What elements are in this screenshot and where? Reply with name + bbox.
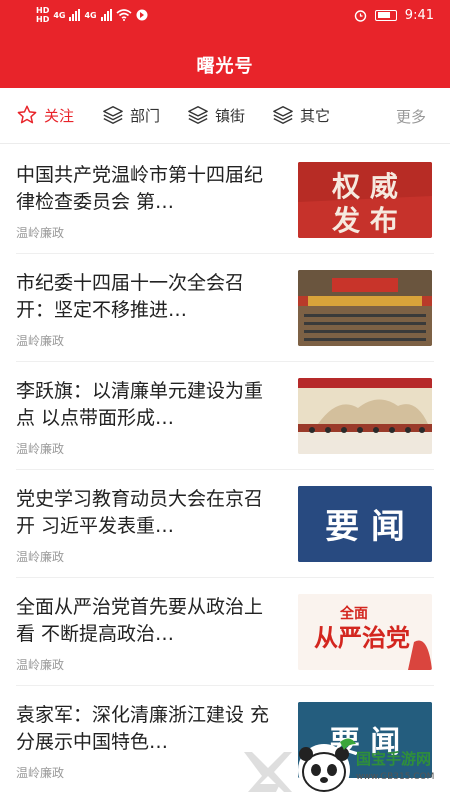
news-source: 温岭廉政: [16, 766, 65, 780]
tab-label: 其它: [300, 106, 331, 125]
svg-text:全面: 全面: [339, 605, 368, 622]
layers-icon: [273, 106, 293, 125]
news-title: 袁家军：深化清廉浙江建设 充分展示中国特色…: [16, 704, 270, 753]
headline-news-image: 要 闻: [298, 486, 432, 562]
news-title: 全面从严治党首先要从政治上看 不断提高政治…: [16, 596, 264, 645]
news-source: 温岭廉政: [16, 442, 65, 456]
layers-icon: [103, 106, 123, 125]
wifi-icon: [116, 9, 132, 21]
status-bar: HD HD 4G 4G 9:41: [0, 0, 450, 30]
news-source: 温岭廉政: [16, 334, 65, 348]
network-labels: HD HD: [36, 6, 49, 24]
notification-icon: [136, 9, 148, 21]
svg-text:权 威: 权 威: [331, 170, 398, 203]
news-item[interactable]: 全面从严治党首先要从政治上看 不断提高政治… 温岭廉政 全面 从严治党: [0, 578, 450, 686]
more-button[interactable]: 更多: [396, 106, 426, 127]
network-label-2: HD: [36, 15, 50, 24]
battery-icon: [374, 10, 397, 21]
signal-bars-icon: [69, 9, 81, 21]
tab-others[interactable]: 其它: [272, 104, 330, 126]
star-icon: [17, 105, 37, 124]
page-title: 曙光号: [196, 56, 254, 77]
news-item[interactable]: 李跃旗：以清廉单元建设为重点 以点带面形成… 温岭廉政: [0, 362, 450, 470]
svg-text:要 闻: 要 闻: [325, 507, 405, 547]
tab-label: 部门: [130, 106, 161, 125]
meeting-hall-image: [298, 270, 432, 346]
news-thumbnail: 权 威 发 布: [298, 162, 432, 238]
news-source: 温岭廉政: [16, 226, 65, 240]
signal-bars-icon-2: [100, 9, 112, 21]
network-label-1: HD: [36, 6, 50, 15]
tab-label: 关注: [44, 106, 75, 125]
status-right: 9:41: [354, 8, 434, 23]
news-title: 党史学习教育动员大会在京召开 习近平发表重…: [16, 488, 264, 537]
news-title: 中国共产党温岭市第十四届纪律检查委员会 第…: [16, 164, 264, 213]
svg-text:发 布: 发 布: [331, 204, 398, 237]
tab-departments[interactable]: 部门: [102, 104, 160, 126]
news-thumbnail: 全面 从严治党: [298, 594, 432, 670]
conference-image: [298, 378, 432, 454]
news-thumbnail: [298, 270, 432, 346]
news-title: 市纪委十四届十一次全会召开：坚定不移推进…: [16, 272, 245, 321]
alarm-icon: [354, 10, 366, 22]
tab-follow[interactable]: 关注: [16, 104, 74, 126]
news-source: 温岭廉政: [16, 658, 65, 672]
watermark-brand: 国宝手游网: [356, 750, 432, 768]
app-header: HD HD 4G 4G 9:41 曙光号: [0, 0, 450, 88]
news-thumbnail: 要 闻: [298, 486, 432, 562]
news-item[interactable]: 市纪委十四届十一次全会召开：坚定不移推进… 温岭廉政: [0, 254, 450, 362]
news-title: 李跃旗：以清廉单元建设为重点 以点带面形成…: [16, 380, 264, 429]
status-signals: HD HD 4G 4G: [36, 6, 148, 24]
tab-label: 镇街: [215, 106, 246, 125]
tab-towns[interactable]: 镇街: [187, 104, 245, 126]
watermark-url: www.GB315.COM: [356, 772, 435, 782]
signal-label-2: 4G: [84, 10, 97, 20]
site-watermark: 国宝手游网 www.GB315.COM: [240, 734, 450, 800]
news-item[interactable]: 党史学习教育动员大会在京召开 习近平发表重… 温岭廉政 要 闻: [0, 470, 450, 578]
authority-release-image: 权 威 发 布: [298, 162, 432, 238]
status-time: 9:41: [404, 8, 434, 23]
category-tabs: 关注 部门 镇街 其它 更多: [0, 88, 450, 144]
strict-party-governance-image: 全面 从严治党: [298, 594, 432, 670]
news-item[interactable]: 中国共产党温岭市第十四届纪律检查委员会 第… 温岭廉政 权 威 发 布: [0, 146, 450, 254]
layers-icon: [188, 106, 208, 125]
news-source: 温岭廉政: [16, 550, 65, 564]
news-thumbnail: [298, 378, 432, 454]
svg-text:从严治党: 从严治党: [314, 623, 410, 652]
signal-label-1: 4G: [53, 10, 66, 20]
